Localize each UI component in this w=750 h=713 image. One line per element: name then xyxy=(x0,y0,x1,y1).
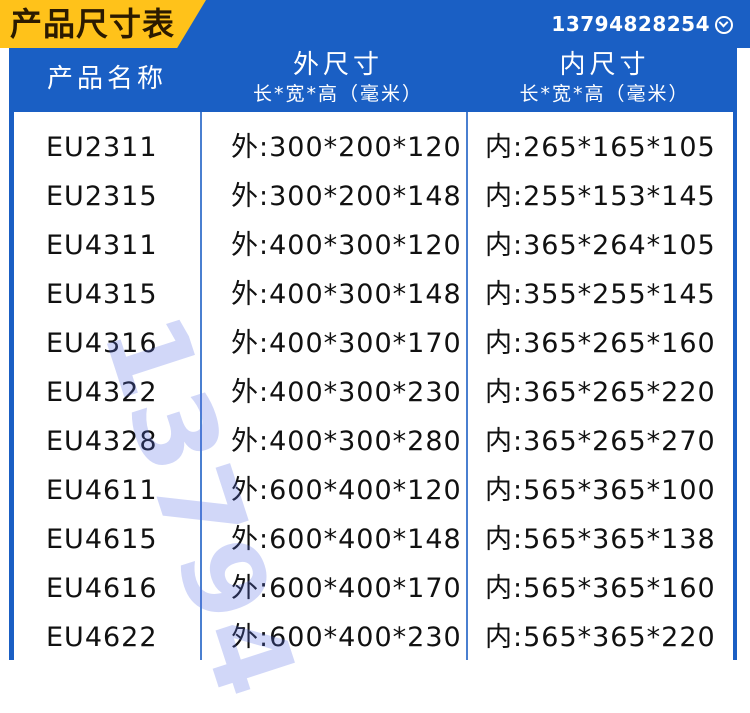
inner-size-cell: 内:565*365*138 xyxy=(485,524,716,555)
header-inner-size-unit: 长*宽*高（毫米） xyxy=(519,83,690,105)
page-title: 产品尺寸表 xyxy=(10,5,176,43)
product-name-cell: EU4311 xyxy=(46,230,158,261)
outer-size-cell: 外:400*300*230 xyxy=(231,377,462,408)
inner-size-cell: 内:255*153*145 xyxy=(485,181,716,212)
product-name-cell: EU4622 xyxy=(46,622,158,653)
table-row: EU4311 外:400*300*120 内:365*264*105 xyxy=(14,221,733,270)
phone-number: 13794828254 xyxy=(551,12,710,36)
product-name-cell: EU2315 xyxy=(46,181,158,212)
table-row: EU4315 外:400*300*148 内:355*255*145 xyxy=(14,270,733,319)
table-header: 产品名称 外尺寸 长*宽*高（毫米） 内尺寸 长*宽*高（毫米） xyxy=(14,48,733,110)
chevron-down-circle-icon xyxy=(715,16,733,34)
inner-size-cell: 内:365*264*105 xyxy=(485,230,716,261)
outer-size-cell: 外:300*200*120 xyxy=(231,132,462,163)
outer-size-cell: 外:400*300*148 xyxy=(231,279,462,310)
product-name-cell: EU4315 xyxy=(46,279,158,310)
inner-size-cell: 内:565*365*220 xyxy=(485,622,716,653)
header-outer-size-unit: 长*宽*高（毫米） xyxy=(252,83,423,105)
header-outer-size-label: 外尺寸 xyxy=(292,50,383,80)
outer-size-cell: 外:400*300*120 xyxy=(231,230,462,261)
outer-size-cell: 外:300*200*148 xyxy=(231,181,462,212)
table-row: EU2315 外:300*200*148 内:255*153*145 xyxy=(14,172,733,221)
product-name-cell: EU2311 xyxy=(46,132,158,163)
table-row: EU2311 外:300*200*120 内:265*165*105 xyxy=(14,123,733,172)
header-outer-size: 外尺寸 长*宽*高（毫米） xyxy=(209,48,467,110)
header-product-name: 产品名称 xyxy=(14,48,200,110)
inner-size-cell: 内:365*265*160 xyxy=(485,328,716,359)
outer-size-cell: 外:400*300*280 xyxy=(231,426,462,457)
outer-size-cell: 外:400*300*170 xyxy=(231,328,462,359)
table-row: EU4616 外:600*400*170 内:565*365*160 xyxy=(14,564,733,613)
inner-size-cell: 内:565*365*160 xyxy=(485,573,716,604)
table-row: EU4615 外:600*400*148 内:565*365*138 xyxy=(14,515,733,564)
header-inner-size: 内尺寸 长*宽*高（毫米） xyxy=(476,48,733,110)
inner-size-cell: 内:365*265*220 xyxy=(485,377,716,408)
inner-size-cell: 内:355*255*145 xyxy=(485,279,716,310)
inner-size-cell: 内:265*165*105 xyxy=(485,132,716,163)
header-inner-size-label: 内尺寸 xyxy=(559,50,650,80)
product-name-cell: EU4616 xyxy=(46,573,158,604)
table-row: EU4622 外:600*400*230 内:565*365*220 xyxy=(14,613,733,662)
inner-size-cell: 内:365*265*270 xyxy=(485,426,716,457)
header-product-name-label: 产品名称 xyxy=(46,64,167,94)
inner-size-cell: 内:565*365*100 xyxy=(485,475,716,506)
